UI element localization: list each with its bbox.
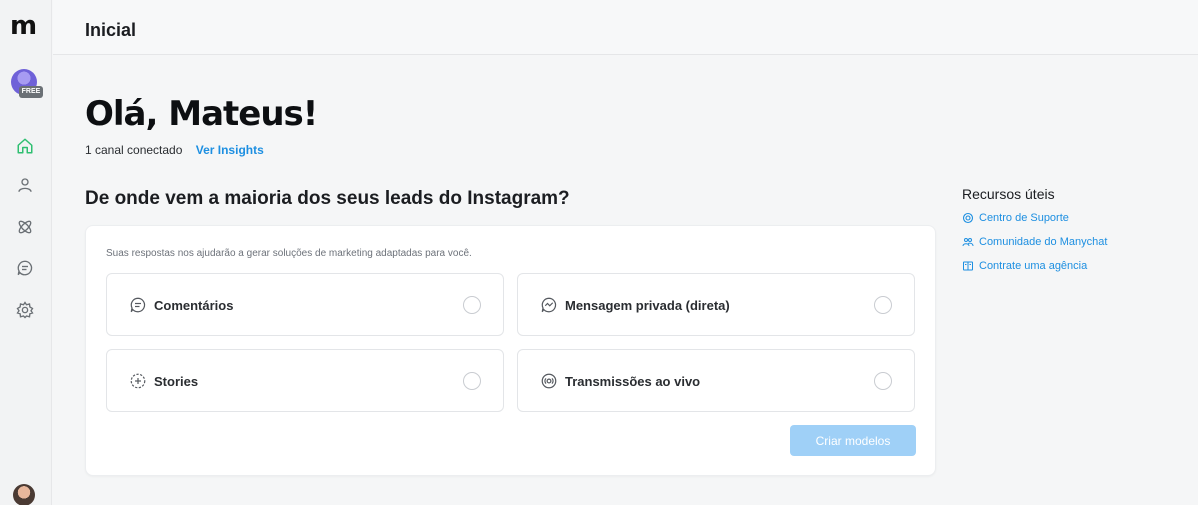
community-link[interactable]: Comunidade do Manychat [962,236,1107,248]
gear-icon [16,301,34,319]
resource-link-label: Centro de Suporte [979,212,1069,224]
resource-link-label: Comunidade do Manychat [979,236,1108,248]
channels-info: 1 canal conectado Ver Insights [85,143,264,157]
resource-link-label: Contrate uma agência [979,260,1088,272]
option-stories[interactable]: Stories [106,349,504,412]
option-radio[interactable] [463,372,481,390]
channels-count-text: 1 canal conectado [85,143,183,157]
support-center-link[interactable]: Centro de Suporte [962,212,1069,224]
greeting-heading: Olá, Mateus! [85,94,318,134]
home-icon [17,138,33,154]
sidebar-item-settings[interactable] [16,301,34,319]
option-radio[interactable] [463,296,481,314]
comment-icon [129,296,147,314]
page-title: Inicial [85,20,137,40]
chat-icon [17,260,33,276]
sidebar: m FREE [0,0,52,505]
live-icon [540,372,558,390]
sidebar-item-home[interactable] [16,137,34,155]
top-bar: Inicial [53,0,1198,55]
option-label: Transmissões ao vivo [565,374,701,389]
direct-message-icon [540,296,558,314]
option-direct-message[interactable]: Mensagem privada (direta) [517,273,915,336]
insights-link[interactable]: Ver Insights [196,143,264,157]
sidebar-item-automation[interactable] [16,218,34,236]
option-radio[interactable] [874,372,892,390]
agency-icon [962,260,974,272]
option-label: Mensagem privada (direta) [565,298,730,313]
option-comments[interactable]: Comentários [106,273,504,336]
option-label: Stories [154,374,199,389]
resources-title: Recursos úteis [962,186,1055,202]
option-radio[interactable] [874,296,892,314]
sidebar-item-contacts[interactable] [16,176,34,194]
card-hint: Suas respostas nos ajudarão a gerar solu… [106,248,472,259]
lead-source-question: De onde vem a maioria dos seus leads do … [85,188,570,209]
support-icon [962,212,974,224]
lead-source-card: Suas respostas nos ajudarão a gerar solu… [85,225,936,476]
option-label: Comentários [154,298,234,313]
user-avatar[interactable] [13,484,35,505]
stories-icon [129,372,147,390]
hire-agency-link[interactable]: Contrate uma agência [962,260,1087,272]
manychat-logo[interactable]: m [10,13,40,39]
community-icon [962,236,974,248]
user-icon [18,178,32,192]
create-templates-button[interactable]: Criar modelos [790,425,916,456]
automation-icon [18,220,32,234]
plan-badge: FREE [19,86,43,98]
sidebar-item-chat[interactable] [16,259,34,277]
option-live[interactable]: Transmissões ao vivo [517,349,915,412]
